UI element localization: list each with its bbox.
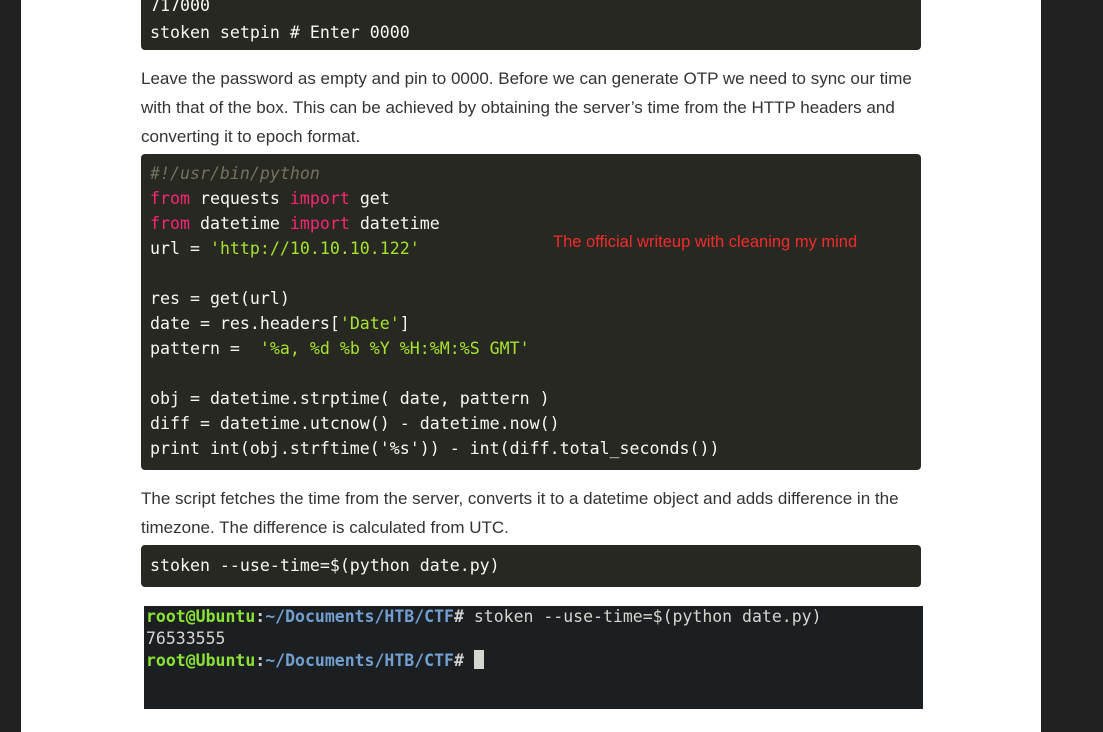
code-line: obj = datetime.strptime( date, pattern ) [150, 389, 550, 408]
code-line: stoken setpin # Enter 0000 [150, 23, 410, 42]
terminal-cursor [473, 650, 484, 669]
paragraph-script-explanation: The script fetches the time from the ser… [141, 489, 899, 537]
shebang-comment: #!/usr/bin/python [150, 164, 320, 183]
code-block-stoken-command: stoken --use-time=$(python date.py) [141, 545, 921, 587]
code-line: stoken --use-time=$(python date.py) [150, 556, 500, 575]
code-line: 717000 [150, 0, 210, 15]
prompt-path: ~/Documents/HTB/CTF [265, 607, 454, 626]
prompt-user-host: root@Ubuntu [146, 607, 256, 626]
code-line: date = res.headers['Date'] [150, 314, 410, 333]
prompt-path: ~/Documents/HTB/CTF [265, 651, 454, 670]
code-line: #!/usr/bin/python [150, 161, 921, 186]
watermark-text: The official writeup with cleaning my mi… [553, 233, 858, 251]
code-line: res = get(url) [150, 289, 290, 308]
code-line: diff = datetime.utcnow() - datetime.now(… [150, 414, 560, 433]
paragraph-sync-time: Leave the password as empty and pin to 0… [141, 69, 912, 146]
terminal-line-command: root@Ubuntu:~/Documents/HTB/CTF# stoken … [146, 607, 822, 626]
terminal-line-prompt: root@Ubuntu:~/Documents/HTB/CTF# [146, 650, 923, 672]
code-line: print int(obj.strftime('%s')) - int(diff… [150, 439, 720, 458]
code-line: from requests import get [150, 189, 390, 208]
terminal-command: stoken --use-time=$(python date.py) [463, 607, 822, 626]
prompt-user-host: root@Ubuntu [146, 651, 256, 670]
code-block-setpin: 717000 stoken setpin # Enter 0000 [141, 0, 921, 50]
code-line: pattern = '%a, %d %b %Y %H:%M:%S GMT' [150, 339, 530, 358]
code-block-date-script: #!/usr/bin/python from requests import g… [141, 154, 921, 470]
terminal-screenshot: root@Ubuntu:~/Documents/HTB/CTF# stoken … [144, 606, 923, 709]
terminal-output: 76533555 [146, 629, 226, 648]
